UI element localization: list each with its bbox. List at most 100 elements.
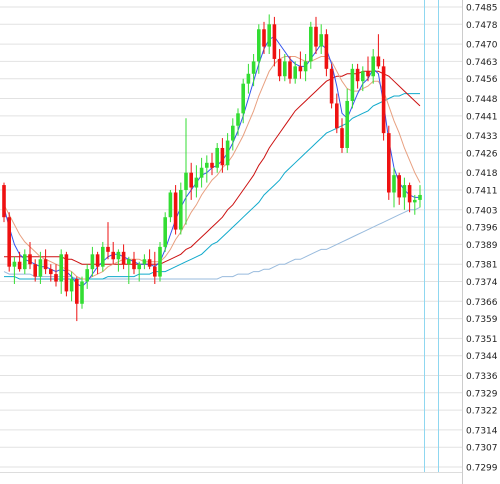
candle-body-down (173, 192, 178, 230)
candle-body-up (158, 246, 162, 277)
y-tick-label: 0.7463 (466, 58, 498, 68)
y-tick-label: 0.7314 (466, 426, 498, 436)
candle-body-down (43, 259, 48, 270)
candle (329, 63, 334, 109)
candle-body-down (220, 147, 225, 166)
candle-body-up (69, 279, 74, 292)
y-tick-label: 0.7478 (466, 21, 498, 31)
candle-body-down (54, 274, 58, 282)
candle-body-up (127, 259, 131, 265)
candle-body-up (199, 167, 204, 178)
candle-body-up (392, 175, 396, 193)
y-tick-label: 0.7336 (466, 372, 498, 382)
price-chart: 0.7485 0.7478 0.7470 0.7463 0.7456 0.7448 0.74… (0, 0, 500, 484)
candle-body-up (418, 194, 422, 200)
candle-body-up (361, 71, 365, 82)
candle-body-down (277, 58, 282, 77)
candle-body-down (376, 56, 381, 67)
candle-body-up (137, 264, 141, 270)
candle-body-down (366, 71, 370, 77)
candle-body-down (95, 254, 100, 267)
candle-body-up (225, 140, 230, 166)
candle-body-down (298, 66, 303, 72)
candle-body-up (38, 259, 43, 277)
candle-body-down (17, 261, 22, 270)
y-tick-label: 0.7344 (466, 352, 498, 362)
y-tick-label: 0.7381 (466, 261, 498, 271)
candle-body-up (283, 61, 287, 77)
candle-body-down (64, 254, 69, 292)
candle (163, 212, 167, 252)
candle-body-up (215, 147, 219, 168)
candle-body-down (387, 133, 391, 193)
y-tick-label: 0.7485 (466, 4, 498, 14)
candle-body-down (397, 175, 401, 198)
y-tick-label: 0.7448 (466, 95, 498, 105)
candle (387, 125, 391, 200)
candle (173, 185, 178, 235)
candle-body-down (106, 246, 110, 252)
candle (7, 212, 11, 272)
candle-body-down (7, 217, 11, 267)
y-tick-label: 0.7329 (466, 389, 498, 399)
y-tick-label: 0.7351 (466, 335, 498, 345)
candle (179, 182, 183, 235)
candle (64, 251, 69, 297)
y-tick-label: 0.7456 (466, 75, 498, 85)
candle (2, 182, 6, 223)
candle-body-down (49, 269, 53, 275)
candle-body-down (153, 266, 157, 277)
candle-body-up (293, 66, 297, 79)
candle-body-up (163, 217, 167, 247)
candle-body-up (231, 125, 235, 141)
candle-body-up (184, 172, 188, 191)
candle-body-up (12, 261, 17, 267)
candle-body-down (33, 264, 37, 277)
candle (381, 58, 386, 141)
candle-body-up (246, 73, 251, 84)
candle-body-up (251, 61, 256, 74)
y-tick-label: 0.7426 (466, 149, 498, 159)
candle (158, 241, 162, 282)
candle-body-up (345, 100, 349, 148)
candle-body-down (262, 29, 266, 47)
candle-body-down (75, 279, 79, 304)
candle-body-up (179, 190, 183, 230)
candle-body-down (407, 185, 412, 203)
candle-body-down (272, 24, 277, 59)
y-tick-label: 0.7307 (466, 444, 498, 454)
candle-body-up (241, 83, 245, 114)
candle-body-up (413, 199, 417, 203)
y-tick-label: 0.7411 (466, 187, 498, 197)
y-tick-label: 0.7470 (466, 41, 498, 51)
candle-body-up (350, 68, 355, 101)
candle-body-up (371, 56, 375, 77)
candle-body-up (205, 162, 209, 168)
y-tick-label: 0.7366 (466, 298, 498, 308)
candle-body-down (340, 128, 344, 148)
candle-body-up (90, 254, 95, 270)
y-tick-label: 0.7359 (466, 315, 498, 325)
candle-body-up (236, 113, 240, 126)
candle-body-down (28, 254, 32, 265)
y-tick-label: 0.7441 (466, 112, 498, 122)
candle-body-up (80, 281, 84, 304)
candle-body-up (194, 177, 199, 188)
candle-body-down (121, 251, 126, 265)
candle-body-up (116, 251, 121, 260)
candle-body-down (132, 259, 136, 270)
y-tick-label: 0.7322 (466, 407, 498, 417)
candle-body-down (111, 251, 115, 260)
y-tick-label: 0.7396 (466, 224, 498, 234)
candle-body-up (59, 254, 63, 282)
candle-body-down (210, 162, 214, 168)
candle-body-down (2, 185, 6, 218)
candle-body-down (324, 34, 329, 69)
candle-body-up (402, 185, 407, 198)
candle-body-up (101, 246, 105, 267)
y-tick-label: 0.7389 (466, 241, 498, 251)
candle-body-down (329, 68, 334, 104)
candle-body-down (381, 66, 386, 134)
candle-body-down (189, 172, 193, 188)
candle-body-down (314, 26, 318, 47)
